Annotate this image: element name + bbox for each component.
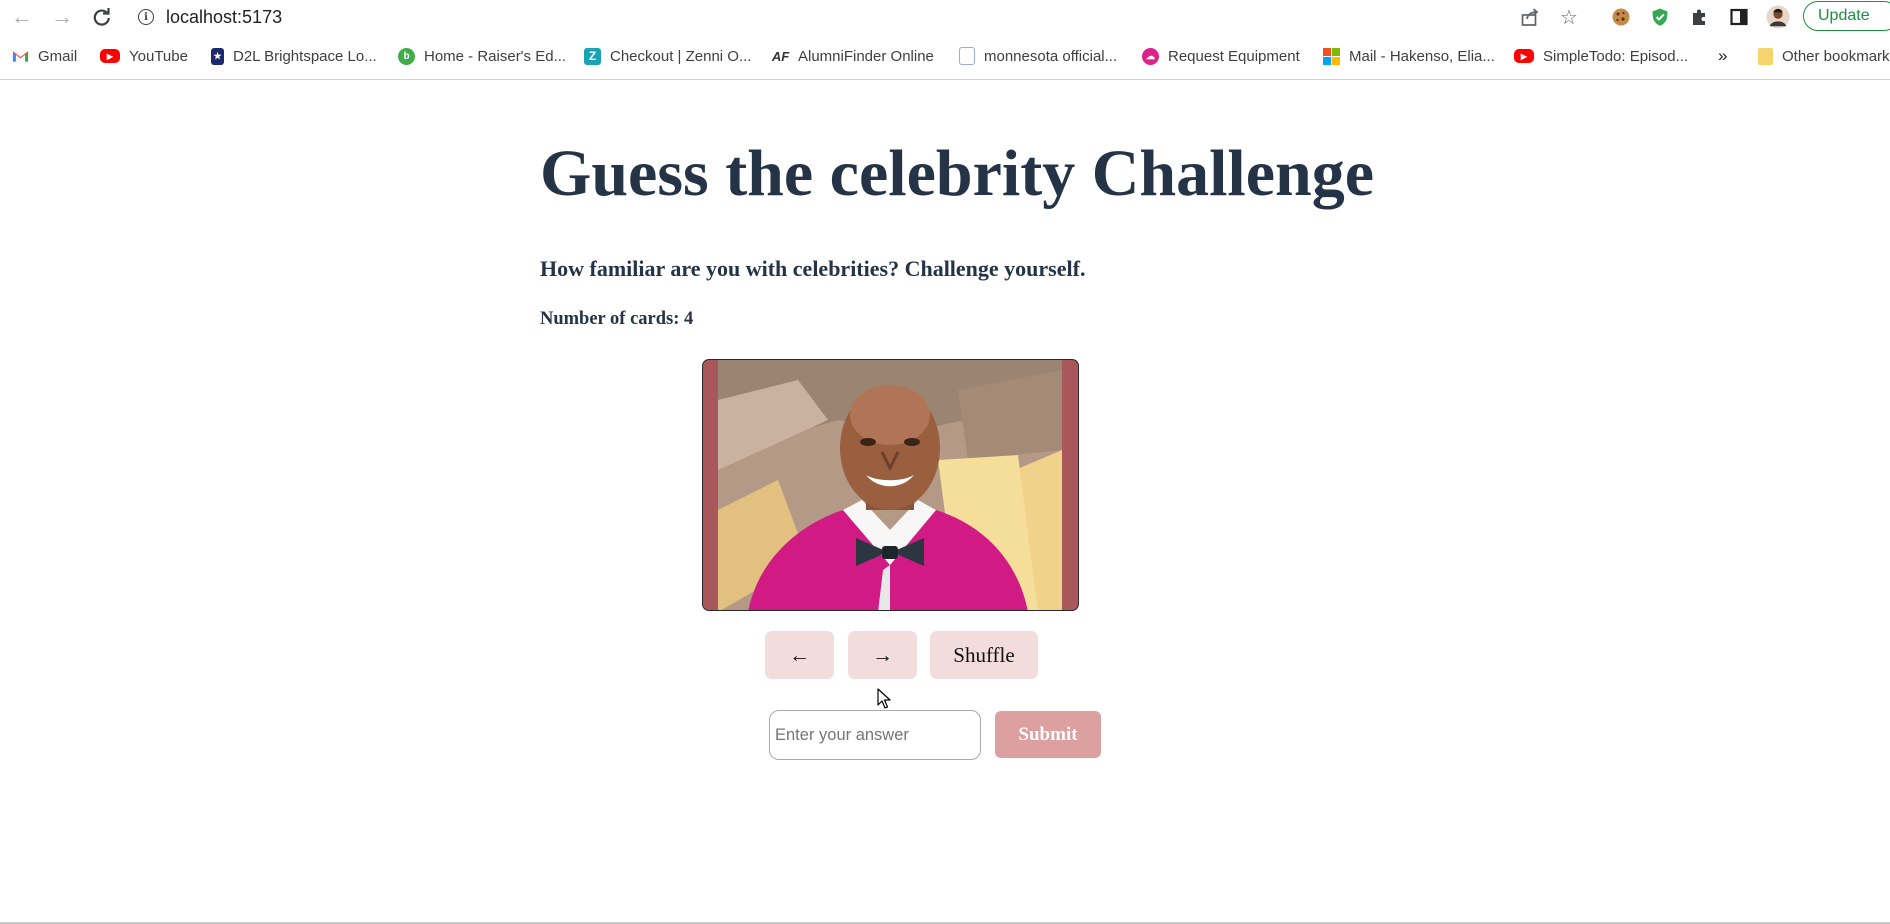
bookmark-gmail[interactable]: Gmail — [12, 44, 77, 68]
bookmark-simpletodo[interactable]: ▶ SimpleTodo: Episod... — [1514, 44, 1688, 68]
youtube-icon: ▶ — [1514, 49, 1534, 63]
overflow-chevron-icon: » — [1718, 46, 1728, 65]
side-panel-icon[interactable] — [1727, 5, 1751, 29]
gmail-icon — [12, 48, 29, 65]
bookmark-monnesota[interactable]: monnesota official... — [959, 44, 1117, 68]
card-count: Number of cards: 4 — [540, 309, 694, 329]
folder-icon — [1758, 47, 1773, 65]
page-subtitle: How familiar are you with celebrities? C… — [540, 256, 1086, 281]
other-bookmarks-folder[interactable]: Other bookmarks — [1758, 44, 1890, 68]
bookmark-request-equipment[interactable]: ☁ Request Equipment — [1142, 44, 1300, 68]
bookmark-label: Other bookmarks — [1782, 47, 1890, 65]
bookmark-label: Mail - Hakenso, Elia... — [1349, 47, 1495, 65]
bookmark-alumnifinder[interactable]: AF AlumniFinder Online — [772, 44, 934, 68]
extensions-puzzle-icon[interactable] — [1688, 5, 1712, 29]
bookmarks-overflow[interactable]: » — [1718, 44, 1727, 68]
alumnifinder-icon: AF — [771, 48, 790, 64]
url-text: localhost:5173 — [166, 6, 283, 27]
reload-icon[interactable] — [90, 5, 114, 29]
microsoft-icon — [1323, 47, 1340, 65]
answer-input[interactable] — [769, 710, 981, 760]
bookmarks-bar: Gmail ▶ YouTube ★ D2L Brightspace Lo... … — [0, 40, 1890, 74]
forward-icon[interactable]: → — [50, 4, 74, 29]
celebrity-photo — [718, 360, 1062, 610]
cloud-icon: ☁ — [1142, 47, 1159, 65]
bookmark-label: Request Equipment — [1168, 47, 1300, 65]
shield-extension-icon[interactable] — [1648, 5, 1672, 29]
chrome-divider — [0, 79, 1890, 80]
bookmark-zenni[interactable]: Z Checkout | Zenni O... — [584, 44, 751, 68]
bookmark-d2l[interactable]: ★ D2L Brightspace Lo... — [211, 44, 377, 68]
address-bar[interactable]: i localhost:5173 — [138, 4, 282, 30]
update-button[interactable]: Update — [1803, 1, 1890, 31]
bookmark-label: AlumniFinder Online — [798, 47, 934, 65]
bookmark-mail[interactable]: Mail - Hakenso, Elia... — [1323, 44, 1495, 68]
next-card-button[interactable]: → — [848, 631, 917, 679]
bookmark-label: Home - Raiser's Ed... — [424, 47, 567, 65]
share-icon[interactable] — [1518, 5, 1542, 29]
doc-icon — [959, 47, 975, 65]
bookmark-youtube[interactable]: ▶ YouTube — [100, 44, 188, 68]
update-label: Update — [1818, 7, 1870, 24]
submit-button[interactable]: Submit — [995, 711, 1101, 758]
bookmark-label: SimpleTodo: Episod... — [1543, 47, 1689, 65]
site-info-icon[interactable]: i — [138, 9, 154, 25]
youtube-icon: ▶ — [100, 49, 120, 63]
d2l-icon: ★ — [211, 47, 224, 65]
raisers-edge-icon: b — [398, 47, 415, 65]
mouse-cursor-icon — [877, 688, 891, 709]
bookmark-label: Gmail — [38, 47, 78, 65]
bookmark-label: D2L Brightspace Lo... — [233, 47, 377, 65]
bookmark-label: Checkout | Zenni O... — [610, 47, 752, 65]
bookmark-label: monnesota official... — [984, 47, 1118, 65]
back-icon[interactable]: ← — [10, 4, 34, 29]
profile-avatar-icon[interactable] — [1766, 5, 1790, 29]
shuffle-button[interactable]: Shuffle — [930, 631, 1038, 679]
zenni-icon: Z — [584, 47, 601, 65]
bookmark-label: YouTube — [129, 47, 188, 65]
bookmark-raisers-edge[interactable]: b Home - Raiser's Ed... — [398, 44, 566, 68]
bookmark-star-icon[interactable]: ☆ — [1557, 5, 1581, 29]
previous-card-button[interactable]: ← — [765, 631, 834, 679]
browser-toolbar: ← → i localhost:5173 ☆ Update — [0, 0, 1890, 34]
flashcard[interactable] — [702, 359, 1079, 611]
cookie-extension-icon[interactable] — [1609, 5, 1633, 29]
page-title: Guess the celebrity Challenge — [540, 137, 1375, 210]
